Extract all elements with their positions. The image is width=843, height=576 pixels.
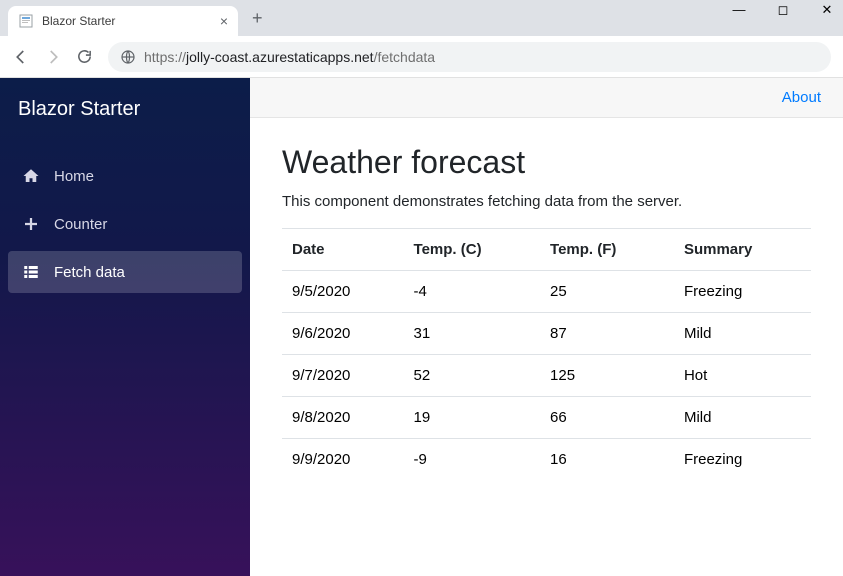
tab-bar: Blazor Starter × + — ◻ ✕ [0,0,843,36]
sidebar: Blazor Starter Home Counter Fetch data [0,78,250,576]
table-cell: 9/9/2020 [282,439,404,481]
table-header-cell: Summary [674,229,811,271]
table-cell: 31 [404,313,541,355]
home-icon [22,167,40,185]
minimize-icon[interactable]: — [727,2,751,18]
globe-icon [120,49,136,65]
about-link[interactable]: About [782,89,821,106]
back-button[interactable] [12,48,32,66]
table-cell: 9/7/2020 [282,355,404,397]
plus-icon [22,215,40,233]
table-cell: 66 [540,397,674,439]
table-header-row: DateTemp. (C)Temp. (F)Summary [282,229,811,271]
new-tab-button[interactable]: + [246,4,269,33]
forward-button[interactable] [44,48,64,66]
window-close-icon[interactable]: ✕ [815,2,839,18]
sidebar-item-fetch-data[interactable]: Fetch data [8,251,242,293]
table-cell: -4 [404,271,541,313]
table-cell: -9 [404,439,541,481]
table-cell: 9/5/2020 [282,271,404,313]
nav-list: Home Counter Fetch data [0,145,250,303]
table-row: 9/9/2020-916Freezing [282,439,811,481]
table-cell: 9/6/2020 [282,313,404,355]
window-controls: — ◻ ✕ [727,2,839,18]
list-icon [22,263,40,281]
app-root: Blazor Starter Home Counter Fetch data Abo… [0,78,843,576]
page-lead: This component demonstrates fetching dat… [282,193,811,210]
table-row: 9/7/202052125Hot [282,355,811,397]
table-row: 9/6/20203187Mild [282,313,811,355]
table-cell: 16 [540,439,674,481]
close-icon[interactable]: × [220,13,228,29]
address-bar[interactable]: https://jolly-coast.azurestaticapps.net/… [108,42,831,72]
table-cell: 25 [540,271,674,313]
table-body: 9/5/2020-425Freezing9/6/20203187Mild9/7/… [282,271,811,481]
page-title: Weather forecast [282,144,811,181]
reload-button[interactable] [76,48,96,65]
favicon-icon [18,13,34,29]
table-row: 9/5/2020-425Freezing [282,271,811,313]
sidebar-item-label: Fetch data [54,264,125,281]
browser-chrome: Blazor Starter × + — ◻ ✕ https://jolly-c… [0,0,843,78]
sidebar-item-counter[interactable]: Counter [8,203,242,245]
table-header-cell: Temp. (F) [540,229,674,271]
browser-toolbar: https://jolly-coast.azurestaticapps.net/… [0,36,843,78]
forecast-table: DateTemp. (C)Temp. (F)Summary 9/5/2020-4… [282,228,811,480]
sidebar-item-home[interactable]: Home [8,155,242,197]
content-wrap: About Weather forecast This component de… [250,78,843,576]
maximize-icon[interactable]: ◻ [771,2,795,18]
table-cell: Mild [674,313,811,355]
table-cell: Freezing [674,439,811,481]
content: Weather forecast This component demonstr… [250,118,843,506]
tab-title: Blazor Starter [42,14,115,28]
table-cell: Hot [674,355,811,397]
table-header-cell: Temp. (C) [404,229,541,271]
table-cell: 19 [404,397,541,439]
url-display: https://jolly-coast.azurestaticapps.net/… [144,49,435,65]
browser-tab[interactable]: Blazor Starter × [8,6,238,36]
table-cell: Mild [674,397,811,439]
table-cell: 87 [540,313,674,355]
table-row: 9/8/20201966Mild [282,397,811,439]
brand-title[interactable]: Blazor Starter [0,78,250,145]
sidebar-item-label: Home [54,168,94,185]
sidebar-item-label: Counter [54,216,107,233]
topbar: About [250,78,843,118]
table-cell: Freezing [674,271,811,313]
table-cell: 9/8/2020 [282,397,404,439]
table-cell: 52 [404,355,541,397]
table-header-cell: Date [282,229,404,271]
table-cell: 125 [540,355,674,397]
